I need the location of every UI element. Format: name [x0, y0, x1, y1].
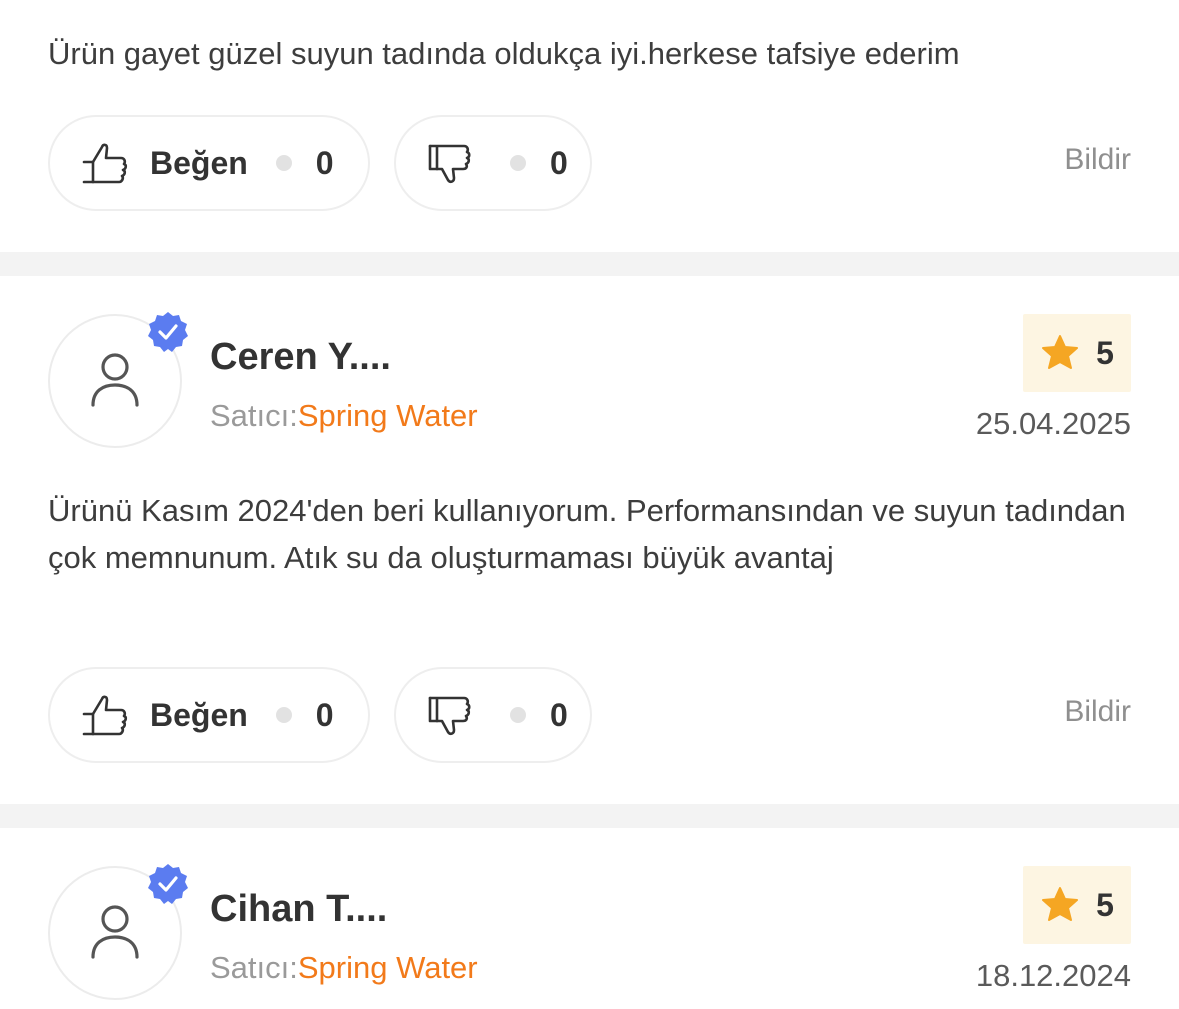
review-divider: [0, 252, 1179, 276]
thumbs-down-icon: [426, 690, 476, 740]
thumbs-down-icon: [426, 138, 476, 188]
dislike-count: 0: [550, 696, 568, 733]
star-icon: [1042, 335, 1079, 369]
review-divider: [0, 804, 1179, 828]
star-icon: [1042, 887, 1079, 921]
user-icon: [91, 353, 139, 407]
reviewer-name: Ceren Y....: [210, 336, 391, 378]
rating-value: 5: [1096, 886, 1114, 923]
rating-badge: 5: [1023, 314, 1131, 392]
seller-prefix: Satıcı:: [210, 950, 298, 985]
like-count: 0: [315, 696, 334, 733]
dislike-button[interactable]: 0: [394, 667, 592, 763]
report-link[interactable]: Bildir: [1064, 143, 1131, 177]
separator-dot: [510, 707, 526, 723]
dislike-count: 0: [550, 144, 568, 181]
verified-badge-icon: [146, 310, 190, 354]
review-header: Ceren Y.... Satıcı:Spring Water 5 25.04.…: [48, 312, 1131, 454]
review-date: 18.12.2024: [975, 958, 1131, 993]
seller-prefix: Satıcı:: [210, 398, 298, 433]
report-link[interactable]: Bildir: [1064, 695, 1131, 729]
separator-dot: [275, 707, 292, 723]
review-actions: Beğen 0 0 Bildir: [48, 115, 1131, 215]
verified-badge-icon: [146, 862, 190, 906]
thumbs-up-icon: [80, 690, 130, 740]
review-header: Cihan T.... Satıcı:Spring Water 5 18.12.…: [48, 864, 1131, 1006]
separator-dot: [275, 155, 292, 171]
review-actions: Beğen 0 0 Bildir: [48, 667, 1131, 767]
like-button[interactable]: Beğen 0: [48, 667, 370, 763]
reviews-page: Ürün gayet güzel suyun tadında oldukça i…: [0, 0, 1179, 1009]
rating-value: 5: [1096, 334, 1114, 371]
seller-link[interactable]: Spring Water: [298, 398, 478, 433]
seller-link[interactable]: Spring Water: [298, 950, 478, 985]
review-text: Ürün gayet güzel suyun tadında oldukça i…: [48, 36, 960, 71]
user-icon: [91, 905, 139, 959]
thumbs-up-icon: [80, 138, 130, 188]
rating-badge: 5: [1023, 866, 1131, 944]
like-label: Beğen: [150, 696, 248, 733]
reviewer-name: Cihan T....: [210, 888, 388, 930]
seller-info: Satıcı:Spring Water: [210, 950, 478, 986]
separator-dot: [510, 155, 526, 171]
like-count: 0: [315, 144, 334, 181]
like-button[interactable]: Beğen 0: [48, 115, 370, 211]
seller-info: Satıcı:Spring Water: [210, 398, 478, 434]
review-date: 25.04.2025: [975, 406, 1131, 441]
dislike-button[interactable]: 0: [394, 115, 592, 211]
review-text: Ürünü Kasım 2024'den beri kullanıyorum. …: [48, 493, 1126, 575]
like-label: Beğen: [150, 144, 248, 181]
